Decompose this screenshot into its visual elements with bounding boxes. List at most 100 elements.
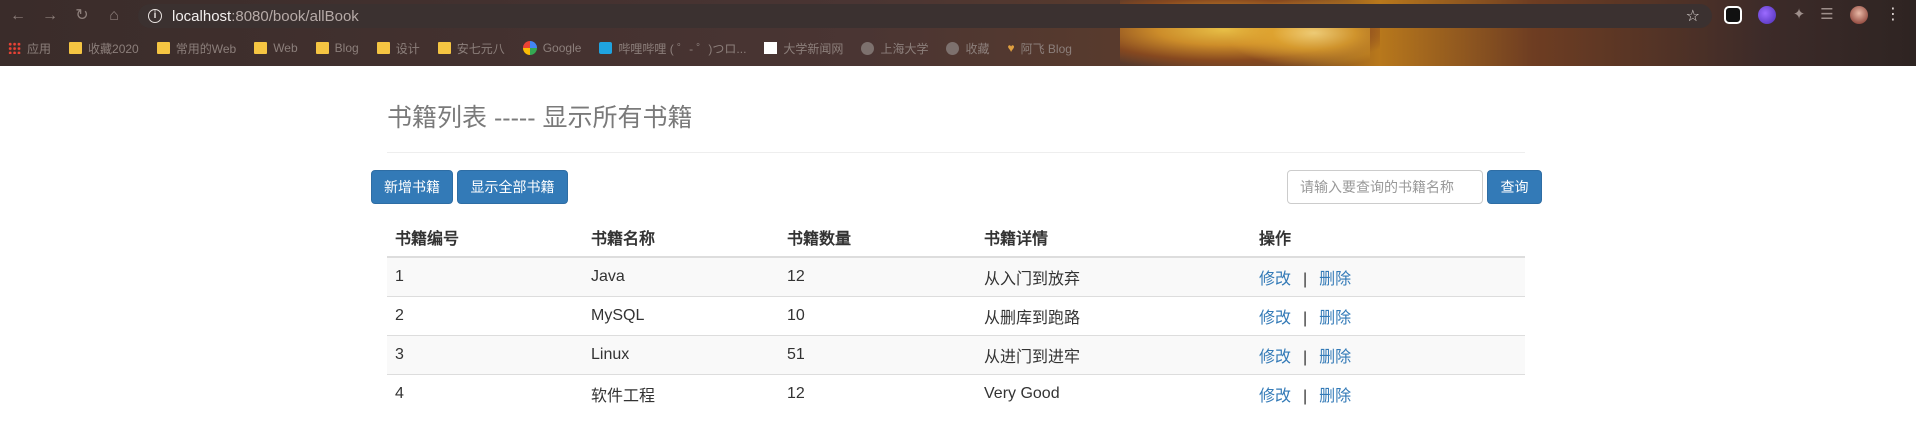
page-icon [764, 42, 778, 54]
bookmark-label: 上海大学 [880, 41, 929, 56]
action-separator: | [1303, 270, 1308, 288]
bookmark-star-icon[interactable]: ☆ [1686, 6, 1700, 26]
globe-icon [946, 41, 960, 55]
bookmark-label: Blog [334, 41, 359, 55]
book-id-cell: 4 [387, 373, 583, 413]
search-input[interactable] [1287, 170, 1483, 204]
actions-cell: 修改 | 删除 [1251, 295, 1525, 335]
bookmark-site[interactable]: 上海大学 [861, 40, 928, 57]
home-icon[interactable]: ⌂ [104, 6, 124, 26]
book-count-cell: 12 [779, 256, 976, 296]
url-path: :8080/book/allBook [231, 7, 359, 25]
folder-icon [376, 42, 390, 54]
edit-link[interactable]: 修改 [1259, 310, 1291, 327]
folder-icon [437, 42, 451, 54]
show-all-books-button[interactable]: 显示全部书籍 [457, 170, 568, 204]
profile-avatar[interactable] [1850, 6, 1868, 24]
actions-cell: 修改 | 删除 [1251, 334, 1525, 374]
forward-icon[interactable]: → [40, 6, 60, 26]
bookmark-apps[interactable]: 应用 [8, 40, 51, 57]
book-name-cell: Linux [583, 334, 779, 374]
book-id-cell: 1 [387, 256, 583, 296]
column-header: 书籍数量 [779, 218, 976, 258]
delete-link[interactable]: 删除 [1319, 349, 1351, 366]
actions-cell: 修改 | 删除 [1251, 373, 1525, 413]
apps-icon [8, 42, 21, 54]
back-icon[interactable]: ← [8, 6, 28, 26]
browser-chrome: ← → ↻ ⌂ i localhost:8080/book/allBook ☆ … [0, 0, 1916, 66]
book-count-cell: 10 [779, 295, 976, 335]
bilibili-icon [599, 42, 613, 54]
delete-link[interactable]: 删除 [1319, 388, 1351, 405]
books-table: 书籍编号 书籍名称 书籍数量 书籍详情 操作 1 Java 12 从入门到放弃 … [387, 218, 1525, 413]
folder-icon [315, 42, 329, 54]
bookmark-bilibili[interactable]: 哔哩哔哩 ( ゜- ゜)つロ... [599, 40, 746, 57]
actions-cell: 修改 | 删除 [1251, 256, 1525, 296]
bookmarks-bar: 应用 收藏2020 常用的Web Web Blog 设计 安七元八 Google… [8, 37, 1090, 59]
bookmark-label: 设计 [395, 41, 420, 56]
action-separator: | [1303, 309, 1308, 327]
bookmark-label: 哔哩哔哩 ( ゜- ゜)つロ... [618, 41, 747, 56]
book-count-cell: 12 [779, 373, 976, 413]
book-detail-cell: Very Good [976, 373, 1251, 413]
bookmark-label: 安七元八 [456, 41, 505, 56]
bookmark-folder[interactable]: 设计 [376, 40, 420, 57]
edit-link[interactable]: 修改 [1259, 271, 1291, 288]
book-detail-cell: 从进门到进牢 [976, 334, 1251, 374]
action-separator: | [1303, 387, 1308, 405]
bookmark-folder[interactable]: Web [254, 41, 298, 55]
book-detail-cell: 从删库到跑路 [976, 295, 1251, 335]
bookmark-label: Google [542, 41, 582, 55]
delete-link[interactable]: 删除 [1319, 310, 1351, 327]
folder-icon [69, 42, 83, 54]
bookmark-page[interactable]: 大学新闻网 [764, 40, 843, 57]
column-header: 书籍详情 [976, 218, 1251, 258]
book-name-cell: Java [583, 256, 779, 296]
column-header: 书籍编号 [387, 218, 583, 258]
bookmark-folder[interactable]: Blog [315, 41, 359, 55]
page-title: 书籍列表 ----- 显示所有书籍 [387, 104, 693, 132]
google-icon [522, 41, 537, 55]
bookmark-label: 阿飞 Blog [1020, 41, 1072, 56]
edit-link[interactable]: 修改 [1259, 388, 1291, 405]
search-button[interactable]: 查询 [1487, 170, 1542, 204]
book-id-cell: 3 [387, 334, 583, 374]
table-row: 3 Linux 51 从进门到进牢 修改 | 删除 [387, 334, 1525, 374]
book-id-cell: 2 [387, 295, 583, 335]
extension-icon[interactable]: ☰ [1818, 6, 1836, 24]
table-row: 1 Java 12 从入门到放弃 修改 | 删除 [387, 256, 1525, 296]
menu-kebab-icon[interactable]: ⋮ [1884, 6, 1902, 24]
edit-link[interactable]: 修改 [1259, 349, 1291, 366]
bookmark-label: 收藏 [965, 41, 990, 56]
folder-icon [156, 42, 170, 54]
bookmark-site[interactable]: 收藏 [946, 40, 989, 57]
delete-link[interactable]: 删除 [1319, 271, 1351, 288]
bookmark-folder[interactable]: 常用的Web [156, 40, 237, 57]
book-name-cell: 软件工程 [583, 373, 779, 413]
puzzle-extension-icon[interactable]: ✦ [1790, 6, 1808, 24]
url-host: localhost [172, 7, 232, 25]
add-book-button[interactable]: 新增书籍 [371, 170, 453, 204]
bookmark-folder[interactable]: 收藏2020 [69, 40, 139, 57]
column-header: 操作 [1251, 218, 1525, 258]
table-header-row: 书籍编号 书籍名称 书籍数量 书籍详情 操作 [387, 218, 1525, 258]
table-row: 2 MySQL 10 从删库到跑路 修改 | 删除 [387, 295, 1525, 335]
extension-icon[interactable] [1758, 6, 1776, 24]
extension-icon[interactable] [1724, 6, 1742, 24]
globe-icon [861, 41, 875, 55]
bookmark-google[interactable]: Google [522, 41, 582, 55]
page-header: 书籍列表 ----- 显示所有书籍 [387, 100, 1525, 153]
address-bar[interactable]: i localhost:8080/book/allBook ☆ [138, 4, 1712, 28]
column-header: 书籍名称 [583, 218, 779, 258]
table-row: 4 软件工程 12 Very Good 修改 | 删除 [387, 373, 1525, 413]
reload-icon[interactable]: ↻ [72, 6, 92, 26]
info-icon[interactable]: i [148, 9, 162, 23]
bookmark-label: 大学新闻网 [783, 41, 844, 56]
bookmark-label: 收藏2020 [88, 41, 139, 56]
bookmark-folder[interactable]: 安七元八 [437, 40, 505, 57]
book-count-cell: 51 [779, 334, 976, 374]
heart-icon: ♥ [1007, 41, 1015, 55]
book-name-cell: MySQL [583, 295, 779, 335]
bookmark-blog[interactable]: ♥ 阿飞 Blog [1007, 40, 1071, 57]
bookmark-label: 常用的Web [175, 41, 237, 56]
